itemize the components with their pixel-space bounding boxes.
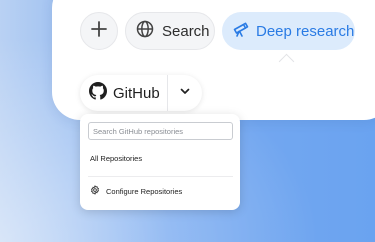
search-button[interactable]: Search [125,12,215,50]
deep-research-button[interactable]: Deep research [222,12,355,50]
chevron-down-icon [179,84,191,102]
search-button-label: Search [162,22,210,40]
github-label: GitHub [113,84,160,102]
github-button[interactable]: GitHub [80,75,168,111]
dropdown-divider [88,176,233,177]
telescope-icon [232,20,250,42]
github-selector: GitHub [80,75,202,111]
deep-research-label: Deep research [256,22,355,40]
all-repositories-item[interactable]: All Repositories [90,154,142,163]
repository-dropdown: All Repositories Configure Repositories [80,114,240,210]
github-icon [89,81,107,105]
configure-repositories-label: Configure Repositories [106,186,183,196]
repository-search-input[interactable] [88,122,233,140]
gear-icon [90,185,100,197]
add-button[interactable] [80,12,118,50]
configure-repositories-item[interactable]: Configure Repositories [90,185,182,197]
globe-icon [136,20,154,42]
plus-icon [90,20,108,42]
github-dropdown-toggle[interactable] [168,75,202,111]
